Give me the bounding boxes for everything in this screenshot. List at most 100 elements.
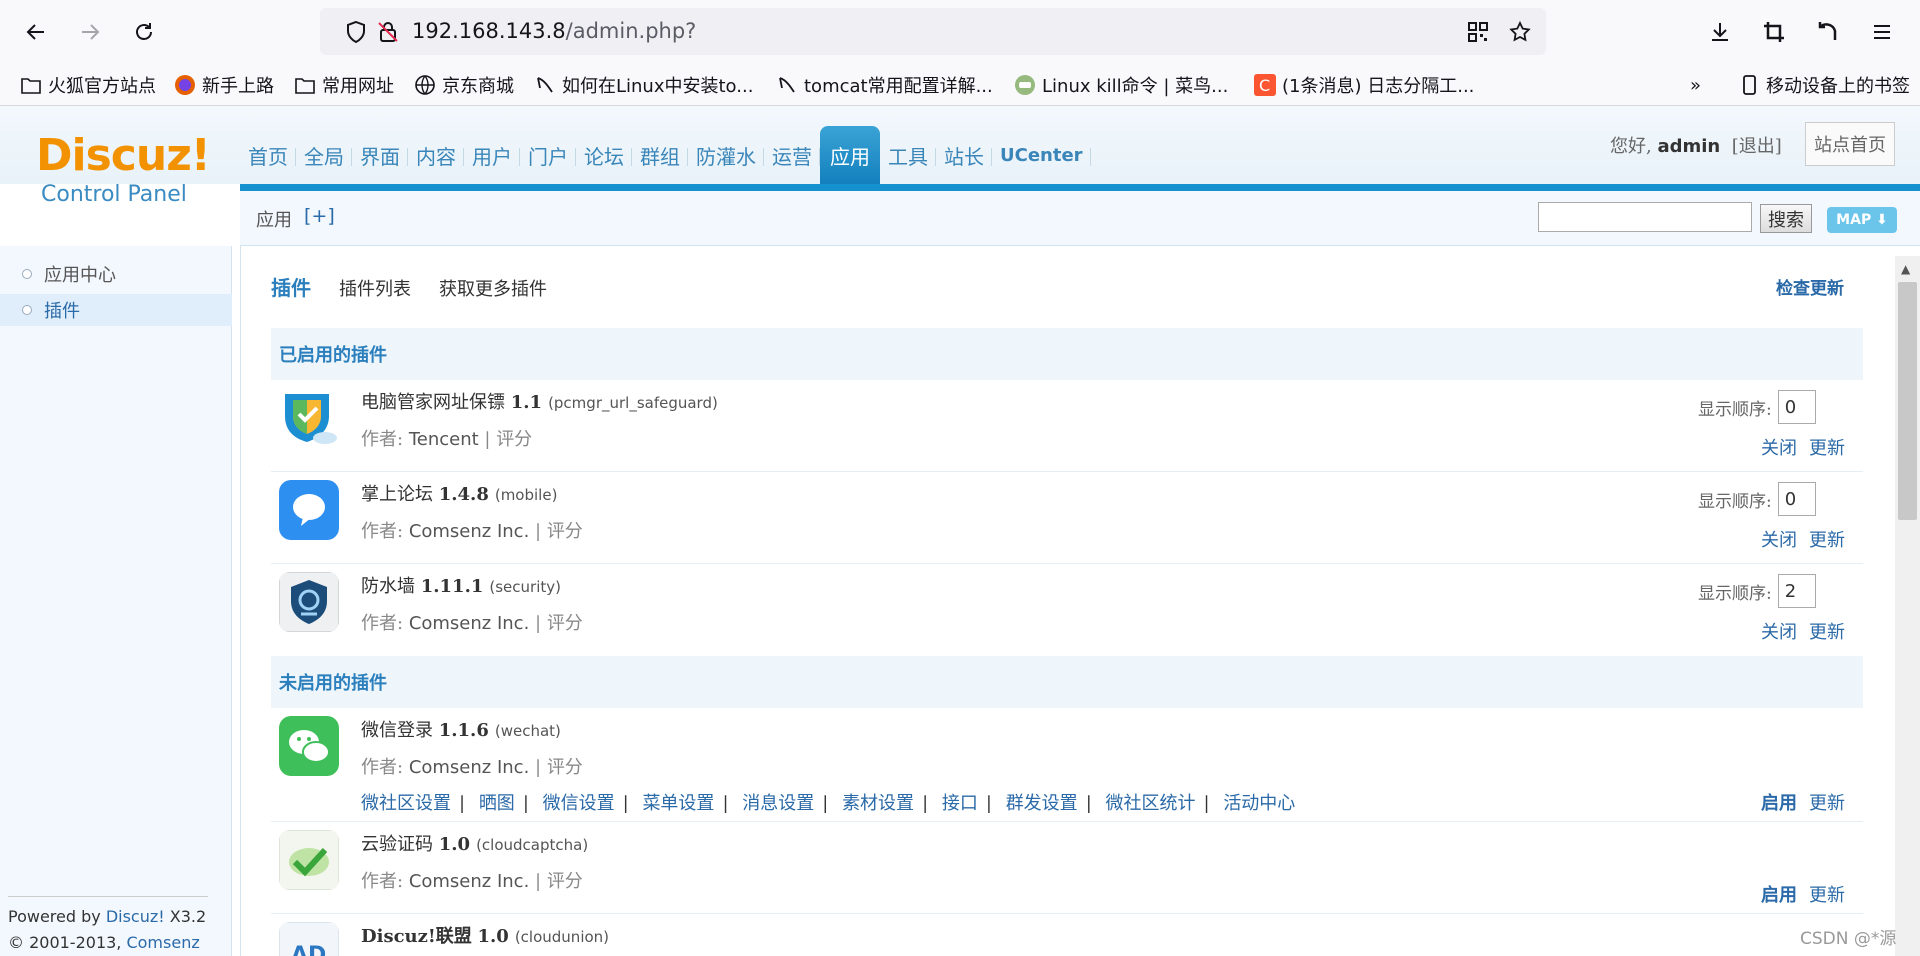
- control-panel-label: Control Panel: [41, 182, 187, 207]
- globe-icon: [414, 74, 436, 96]
- nav-item[interactable]: 全局: [296, 126, 352, 184]
- scrollbar-thumb[interactable]: [1898, 282, 1917, 520]
- plugin-actions: 关闭 更新: [1761, 434, 1857, 460]
- display-order-input[interactable]: 2: [1777, 574, 1816, 608]
- shield-icon[interactable]: [344, 20, 368, 44]
- plugin-author: 作者: Comsenz Inc. | 评分: [361, 521, 583, 542]
- menu-button[interactable]: [1864, 14, 1900, 50]
- display-order-input[interactable]: 0: [1777, 482, 1816, 516]
- link-mass-settings[interactable]: 群发设置: [1006, 793, 1078, 814]
- nav-item[interactable]: 首页: [240, 126, 296, 184]
- nav-item[interactable]: UCenter: [992, 126, 1091, 184]
- enabled-plugins-heading: 已启用的插件: [271, 328, 1863, 380]
- bookmark-item[interactable]: tomcat常用配置详解...: [776, 72, 993, 98]
- link-weishequ-stats[interactable]: 微社区统计: [1106, 793, 1196, 814]
- breadcrumb: 应用: [256, 210, 292, 231]
- plugin-name: 防水墙 1.11.1 (security): [361, 576, 561, 597]
- back-button[interactable]: [18, 14, 54, 50]
- screenshot-button[interactable]: [1756, 14, 1792, 50]
- scroll-up-arrow-icon[interactable]: ▲: [1901, 262, 1910, 276]
- link-api[interactable]: 接口: [942, 793, 978, 814]
- update-button[interactable]: 更新: [1809, 793, 1845, 814]
- nav-item[interactable]: 工具: [880, 126, 936, 184]
- search-input[interactable]: [1538, 202, 1752, 232]
- nav-item[interactable]: 站长: [936, 126, 992, 184]
- link-activity-center[interactable]: 活动中心: [1223, 793, 1295, 814]
- runoob-icon: [1014, 74, 1036, 96]
- rate-link[interactable]: 评分: [547, 871, 583, 892]
- link-weishequ-settings[interactable]: 微社区设置: [361, 793, 451, 814]
- bookmark-item[interactable]: Linux kill命令 | 菜鸟...: [1014, 72, 1228, 98]
- disable-button[interactable]: 关闭: [1761, 530, 1797, 551]
- update-button[interactable]: 更新: [1809, 622, 1845, 643]
- disable-button[interactable]: 关闭: [1761, 622, 1797, 643]
- bookmark-item[interactable]: 京东商城: [414, 72, 514, 98]
- tab-get-more-plugins[interactable]: 获取更多插件: [439, 275, 547, 301]
- plugin-name: 云验证码 1.0 (cloudcaptcha): [361, 834, 589, 855]
- map-button[interactable]: MAP ⬇: [1827, 207, 1897, 233]
- csdn-icon: C: [1254, 74, 1276, 96]
- nav-item[interactable]: 论坛: [576, 126, 632, 184]
- nav-item[interactable]: 门户: [520, 126, 576, 184]
- rate-link[interactable]: 评分: [547, 613, 583, 634]
- disable-button[interactable]: 关闭: [1761, 438, 1797, 459]
- plugin-settings-links: 微社区设置 | 晒图 | 微信设置 | 菜单设置 | 消息设置 | 素材设置 | 接口 | 群…: [361, 793, 1296, 814]
- sidebar-item-plugins[interactable]: 插件: [0, 294, 232, 326]
- undo-button[interactable]: [1810, 14, 1846, 50]
- link-material-settings[interactable]: 素材设置: [842, 793, 914, 814]
- mobile-bookmarks[interactable]: 移动设备上的书签: [1738, 72, 1910, 98]
- discuz-link[interactable]: Discuz!: [106, 907, 165, 926]
- bookmark-item[interactable]: 火狐官方站点: [20, 72, 156, 98]
- star-icon[interactable]: [1508, 20, 1532, 44]
- sidebar-item-app-center[interactable]: 应用中心: [0, 258, 232, 290]
- arrow-right-icon: [82, 24, 100, 40]
- nav-item[interactable]: 运营: [764, 126, 820, 184]
- link-message-settings[interactable]: 消息设置: [742, 793, 814, 814]
- enable-button[interactable]: 启用: [1761, 793, 1797, 814]
- add-shortcut-button[interactable]: [+]: [304, 205, 335, 227]
- tab-plugins[interactable]: 插件: [271, 272, 311, 301]
- tab-plugin-list[interactable]: 插件列表: [339, 275, 411, 301]
- svg-text:AD: AD: [291, 943, 326, 956]
- check-update-link[interactable]: 检查更新: [1776, 274, 1844, 299]
- rate-link[interactable]: 评分: [496, 429, 532, 450]
- sub-bar: 应用 [+] 搜索 MAP ⬇: [240, 191, 1920, 246]
- update-button[interactable]: 更新: [1809, 438, 1845, 459]
- vertical-scrollbar[interactable]: ▲: [1895, 256, 1920, 956]
- bookmark-item[interactable]: C (1条消息) 日志分隔工...: [1254, 72, 1474, 98]
- rate-link[interactable]: 评分: [547, 521, 583, 542]
- bookmark-item[interactable]: 常用网址: [294, 72, 394, 98]
- discuz-logo[interactable]: Discuz!: [36, 130, 211, 181]
- link-menu-settings[interactable]: 菜单设置: [642, 793, 714, 814]
- update-button[interactable]: 更新: [1809, 885, 1845, 906]
- bookmark-item[interactable]: 如何在Linux中安装to...: [534, 72, 753, 98]
- nav-item[interactable]: 应用: [820, 126, 880, 184]
- sidebar: 应用中心 插件 Powered by Discuz! X3.2 © 2001-2…: [0, 236, 232, 956]
- link-wechat-settings[interactable]: 微信设置: [543, 793, 615, 814]
- qr-code-icon[interactable]: [1466, 20, 1490, 44]
- forward-button[interactable]: [72, 14, 108, 50]
- rate-link[interactable]: 评分: [547, 757, 583, 778]
- nav-item[interactable]: 用户: [464, 126, 520, 184]
- reload-button[interactable]: [126, 14, 162, 50]
- plugin-name: 电脑管家网址保镖 1.1 (pcmgr_url_safeguard): [361, 392, 718, 413]
- logout-link[interactable]: [退出]: [1732, 136, 1782, 157]
- bookmark-item[interactable]: 新手上路: [174, 72, 274, 98]
- bullet-icon: [22, 269, 32, 279]
- insecure-lock-icon[interactable]: [376, 20, 400, 44]
- plugin-tabs: 插件 插件列表 获取更多插件: [271, 272, 575, 301]
- main-content: 插件 插件列表 获取更多插件 检查更新 已启用的插件 电脑管家网址保镖 1.1(…: [240, 246, 1895, 956]
- nav-item[interactable]: 界面: [352, 126, 408, 184]
- more-bookmarks-button[interactable]: »: [1690, 72, 1701, 98]
- nav-item[interactable]: 防灌水: [688, 126, 764, 184]
- downloads-button[interactable]: [1702, 14, 1738, 50]
- address-bar[interactable]: 192.168.143.8/admin.php?: [320, 8, 1546, 55]
- enable-button[interactable]: 启用: [1761, 885, 1797, 906]
- nav-item[interactable]: 内容: [408, 126, 464, 184]
- site-home-button[interactable]: 站点首页: [1805, 122, 1895, 166]
- display-order-input[interactable]: 0: [1777, 390, 1816, 424]
- link-shaitu[interactable]: 晒图: [479, 793, 515, 814]
- update-button[interactable]: 更新: [1809, 530, 1845, 551]
- search-button[interactable]: 搜索: [1760, 204, 1812, 233]
- nav-item[interactable]: 群组: [632, 126, 688, 184]
